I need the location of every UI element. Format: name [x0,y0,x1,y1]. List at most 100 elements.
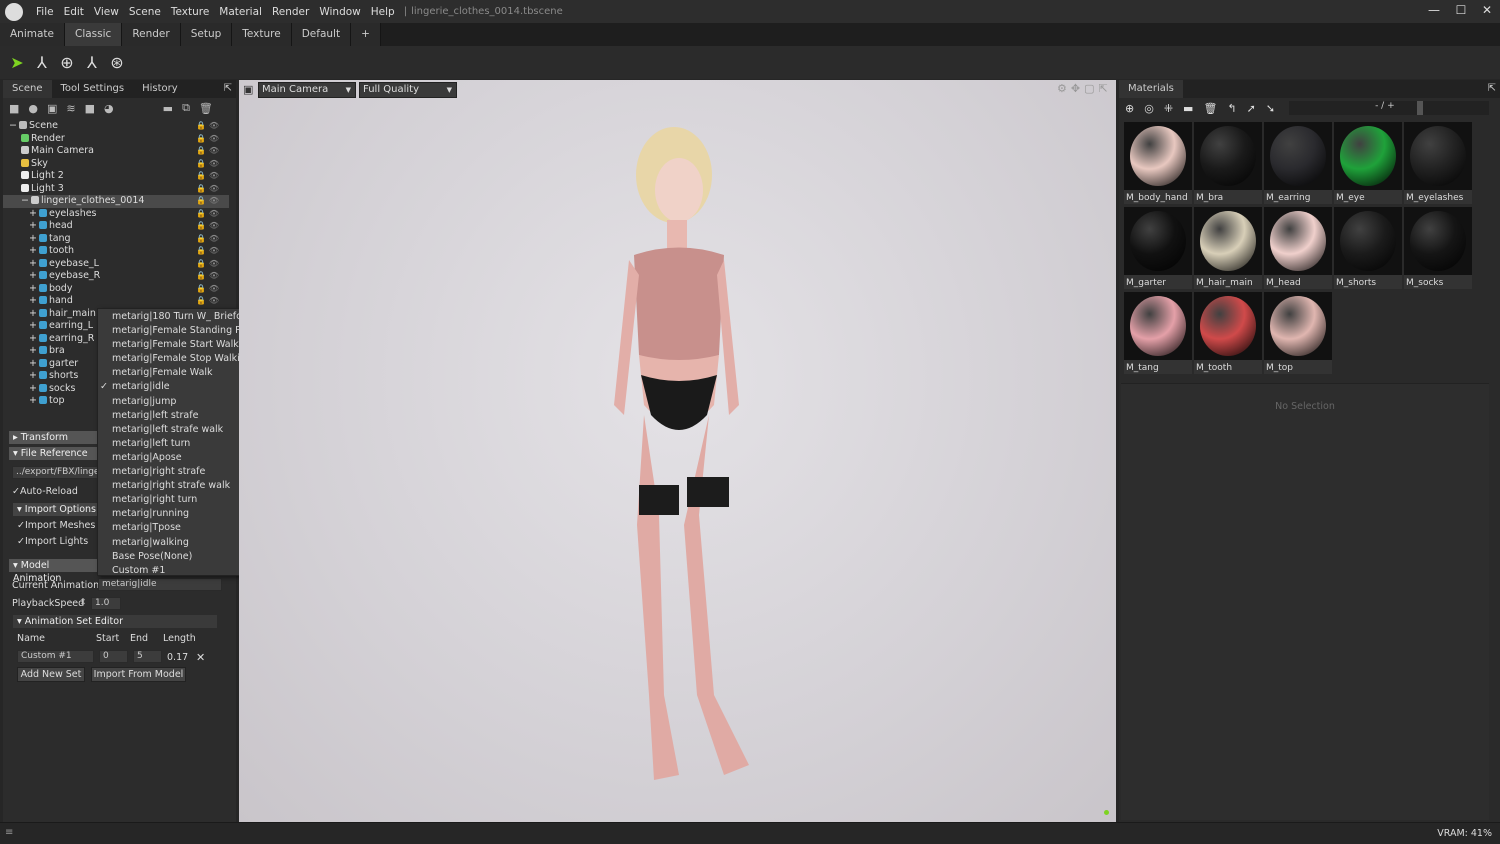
dropdown-item[interactable]: metarig|180 Turn W_ Briefcase [98,310,258,324]
material-pattern-icon[interactable]: ⁜ [1164,102,1173,115]
spinner-icon[interactable]: ⇕ [79,597,87,608]
tree-item-scene[interactable]: − Scene 🔒 👁 [3,120,229,133]
tree-item-light-3[interactable]: Light 3 🔒 👁 [3,183,229,196]
lock-visibility-icons[interactable]: 🔒 👁 [196,258,219,271]
viewport[interactable]: ▣ Main Camera ▼ Full Quality ▼ ⚙✥▢⇱ [239,80,1116,822]
dropdown-item[interactable]: Custom #1 [98,564,243,578]
tree-item-light-2[interactable]: Light 2 🔒 👁 [3,170,229,183]
dropdown-item[interactable]: metarig|Female Standing Pose [98,324,257,338]
expand-icon[interactable]: + [29,270,37,281]
playback-speed-input[interactable]: 1.0 [91,597,121,610]
current-animation-select[interactable]: metarig|idle [98,578,222,591]
menu-material[interactable]: Material [214,6,267,18]
duplicate-material-icon[interactable]: ◎ [1144,102,1154,115]
tree-item-render[interactable]: Render 🔒 👁 [3,133,229,146]
transform-all-icon[interactable]: ⊛ [108,53,126,72]
duplicate-icon[interactable]: ⧉ [182,101,190,115]
material-m-hair-main[interactable]: M_hair_main [1194,207,1262,289]
dropdown-item[interactable]: metarig|jump [98,395,243,409]
set-name-input[interactable]: Custom #1 [17,650,94,663]
dropdown-item[interactable]: Base Pose(None) [98,550,243,564]
dropdown-item[interactable]: ✓ metarig|idle [98,380,243,394]
tab-setup[interactable]: Setup [180,23,233,46]
expand-icon[interactable]: + [29,295,37,306]
camera-icon[interactable]: ▣ [243,83,253,96]
expand-icon[interactable]: − [9,120,17,131]
menu-file[interactable]: File [31,6,59,18]
maximize-button[interactable]: ☐ [1448,3,1474,17]
tree-item-main-camera[interactable]: Main Camera 🔒 👁 [3,145,229,158]
lock-visibility-icons[interactable]: 🔒 👁 [196,245,219,258]
tree-item-hand[interactable]: + hand 🔒 👁 [3,295,229,308]
minimize-button[interactable]: — [1421,3,1447,17]
expand-icon[interactable]: + [29,395,37,406]
tree-item-sky[interactable]: Sky 🔒 👁 [3,158,229,171]
tab-history[interactable]: History [133,80,187,98]
tree-item-eyebase-l[interactable]: + eyebase_L 🔒 👁 [3,258,229,271]
material-m-bra[interactable]: M_bra [1194,122,1262,204]
expand-icon[interactable]: + [29,383,37,394]
expand-icon[interactable]: + [29,358,37,369]
expand-icon[interactable]: + [29,333,37,344]
add-shadow-catcher-icon[interactable]: ■ [85,102,95,115]
menu-texture[interactable]: Texture [166,6,214,18]
log-icon[interactable]: ≡ [5,827,13,838]
dropdown-item[interactable]: metarig|right strafe walk [98,479,243,493]
add-sky-icon[interactable]: ◕ [104,102,114,115]
expand-icon[interactable]: + [29,345,37,356]
lock-visibility-icons[interactable]: 🔒 👁 [196,170,219,183]
expand-icon[interactable]: + [29,320,37,331]
material-m-tang[interactable]: M_tang [1124,292,1192,374]
lock-visibility-icons[interactable]: 🔒 👁 [196,270,219,283]
menu-view[interactable]: View [89,6,124,18]
file-path-field[interactable]: ../export/FBX/linger [12,466,103,479]
material-m-eyelashes[interactable]: M_eyelashes [1404,122,1472,204]
thumbnail-size-slider[interactable]: - / + [1289,101,1490,115]
dropdown-item[interactable]: metarig|left turn [98,437,243,451]
tree-item-body[interactable]: + body 🔒 👁 [3,283,229,296]
select-icon[interactable]: ➤ [8,53,26,72]
folder-icon[interactable]: ▬ [163,102,173,115]
add-material-icon[interactable]: ⊕ [1125,102,1134,115]
rotate-icon[interactable]: ⊕ [58,53,76,72]
material-m-socks[interactable]: M_socks [1404,207,1472,289]
lock-visibility-icons[interactable]: 🔒 👁 [196,133,219,146]
import-lights-checkbox[interactable]: ✓Import Lights [17,536,88,547]
menu-window[interactable]: Window [314,6,365,18]
menu-render[interactable]: Render [267,6,314,18]
add-tab-button[interactable]: + [351,23,381,46]
dropdown-item[interactable]: metarig|Female Stop Walking [98,352,252,366]
lock-visibility-icons[interactable]: 🔒 👁 [196,233,219,246]
dropdown-item[interactable]: metarig|right turn [98,493,243,507]
tab-render[interactable]: Render [122,23,181,46]
tab-default[interactable]: Default [291,23,352,46]
expand-icon[interactable]: + [29,208,37,219]
add-new-set-button[interactable]: Add New Set [17,667,85,682]
auto-reload-checkbox[interactable]: ✓Auto-Reload [12,486,78,497]
import-from-model-button[interactable]: Import From Model [91,667,186,682]
dropdown-item[interactable]: metarig|running [98,507,243,521]
popout-icon[interactable]: ⇱ [1488,80,1500,98]
expand-icon[interactable]: + [29,308,37,319]
transform-section[interactable]: ▸ Transform [9,431,99,444]
expand-icon[interactable]: + [29,245,37,256]
menu-help[interactable]: Help [366,6,400,18]
tab-animate[interactable]: Animate [0,23,65,46]
add-camera-icon[interactable]: ▣ [47,102,57,115]
dropdown-item[interactable]: metarig|Female Walk [98,366,243,380]
expand-icon[interactable]: + [29,258,37,269]
expand-icon[interactable]: + [29,233,37,244]
lock-visibility-icons[interactable]: 🔒 👁 [196,295,219,308]
tree-item-lingerie-clothes-0014[interactable]: − lingerie_clothes_0014 🔒 👁 [3,195,229,208]
file-reference-section[interactable]: ▾ File Reference [9,447,99,460]
tree-item-eyebase-r[interactable]: + eyebase_R 🔒 👁 [3,270,229,283]
import-material-icon[interactable]: ➘ [1266,102,1275,115]
delete-icon[interactable]: 🗑 [199,102,213,115]
import-meshes-checkbox[interactable]: ✓Import Meshes [17,520,95,531]
expand-icon[interactable]: + [29,283,37,294]
lock-visibility-icons[interactable]: 🔒 👁 [196,158,219,171]
material-m-tooth[interactable]: M_tooth [1194,292,1262,374]
tree-item-head[interactable]: + head 🔒 👁 [3,220,229,233]
material-m-head[interactable]: M_head [1264,207,1332,289]
popout-icon[interactable]: ⇱ [224,80,236,98]
